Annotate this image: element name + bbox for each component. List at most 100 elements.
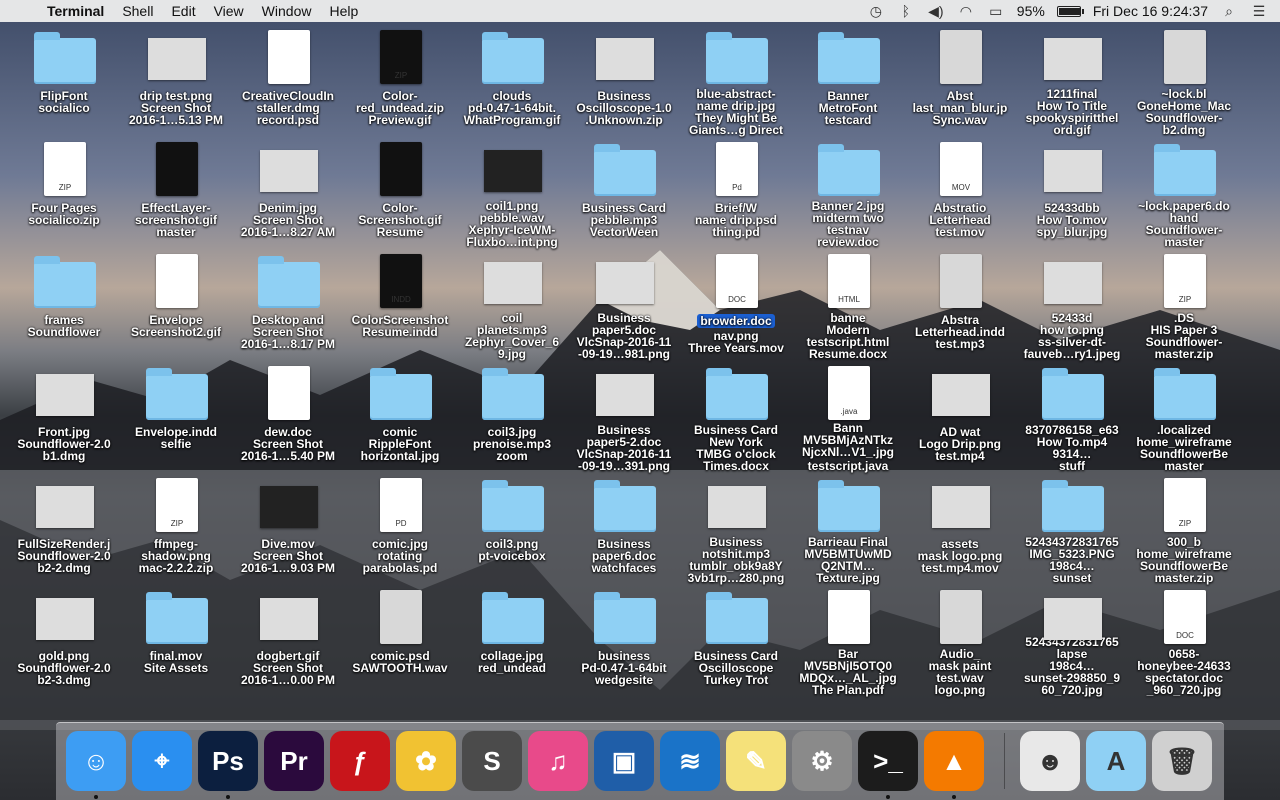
spotlight-search-icon[interactable]: ⌕ [1220, 2, 1238, 20]
user-folder-icon[interactable]: ☻ [1020, 731, 1080, 791]
desktop-item[interactable]: Banner 2.jpg midterm two testnav review.… [792, 140, 904, 248]
desktop-item[interactable]: gold.png Soundflower-2.0 b2-3.dmg [8, 588, 120, 696]
notification-center-icon[interactable]: ☰ [1250, 2, 1268, 20]
desktop-item[interactable]: EffectLayer- screenshot.gif master [120, 140, 232, 248]
menu-view[interactable]: View [205, 3, 253, 19]
premiere-icon[interactable]: Pr [264, 731, 324, 791]
desktop-item[interactable]: Bar MV5BNjI5OTQ0 MDQx…_AL_.jpg The Plan.… [792, 588, 904, 696]
desktop-item[interactable]: comic.psd SAWTOOTH.wav [344, 588, 456, 696]
desktop-item[interactable]: ~lock.bl GoneHome_Mac Soundflower- b2.dm… [1128, 28, 1240, 136]
desktop-item[interactable]: Business Oscilloscope-1.0 .Unknown.zip [568, 28, 680, 136]
input-source-icon[interactable]: ▭ [987, 2, 1005, 20]
desktop-item[interactable]: coil1.png pebble.wav Xephyr-IceWM- Fluxb… [456, 140, 568, 248]
desktop-item[interactable]: Envelope.indd selfie [120, 364, 232, 472]
terminal-icon[interactable]: >_ [858, 731, 918, 791]
safari-icon[interactable]: ⌖ [132, 731, 192, 791]
desktop-item[interactable]: FullSizeRender.j Soundflower-2.0 b2-2.dm… [8, 476, 120, 584]
finder-icon[interactable]: ☺ [66, 731, 126, 791]
menu-edit[interactable]: Edit [162, 3, 204, 19]
desktop-item[interactable]: business Pd-0.47-1-64bit wedgesite [568, 588, 680, 696]
desktop-item[interactable]: Front.jpg Soundflower-2.0 b1.dmg [8, 364, 120, 472]
desktop-item[interactable]: .localized home_wireframe SoundflowerBe … [1128, 364, 1240, 472]
virtualbox-icon[interactable]: ▣ [594, 731, 654, 791]
desktop-item[interactable]: ZIP Four Pages socialico.zip [8, 140, 120, 248]
image-thumbnail-icon [590, 364, 658, 422]
desktop-item[interactable]: final.mov Site Assets [120, 588, 232, 696]
trash-icon[interactable]: 🗑 [1152, 731, 1212, 791]
applications-folder-icon[interactable]: A [1086, 731, 1146, 791]
desktop-item[interactable]: Abstra Letterhead.indd test.mp3 [904, 252, 1016, 360]
desktop-item[interactable]: 52433dbb How To.mov spy_blur.jpg [1016, 140, 1128, 248]
vlc-icon[interactable]: ▲ [924, 731, 984, 791]
desktop-item[interactable]: clouds pd-0.47-1-64bit. WhatProgram.gif [456, 28, 568, 136]
desktop-item[interactable]: FlipFont socialico [8, 28, 120, 136]
desktop-item[interactable]: ZIP Color- red_undead.zip Preview.gif [344, 28, 456, 136]
desktop-item[interactable]: Denim.jpg Screen Shot 2016-1…8.27 AM [232, 140, 344, 248]
desktop-item[interactable]: HTML banne Modern testscript.html Resume.… [792, 252, 904, 360]
desktop-item[interactable]: 52434372831765 IMG_5323.PNG 198c4… sunse… [1016, 476, 1128, 584]
menu-window[interactable]: Window [253, 3, 321, 19]
desktop-item[interactable]: blue-abstract- name drip.jpg They Might … [680, 28, 792, 136]
desktop-item[interactable]: coil3.jpg prenoise.mp3 zoom [456, 364, 568, 472]
system-preferences-icon[interactable]: ⚙ [792, 731, 852, 791]
desktop-item[interactable]: 52433d how to.png ss-silver-dt- fauveb…r… [1016, 252, 1128, 360]
wifi-icon[interactable]: ◠ [957, 2, 975, 20]
desktop-item[interactable]: dogbert.gif Screen Shot 2016-1…0.00 PM [232, 588, 344, 696]
desktop-item[interactable]: ZIP ffmpeg- shadow.png mac-2.2.2.zip [120, 476, 232, 584]
desktop-item[interactable]: MOV Abstratio Letterhead test.mov [904, 140, 1016, 248]
desktop-item[interactable]: ZIP .DS HIS Paper 3 Soundflower- master.z… [1128, 252, 1240, 360]
desktop-item[interactable]: AD wat Logo Drip.png test.mp4 [904, 364, 1016, 472]
desktop-item[interactable]: comic RippleFont horizontal.jpg [344, 364, 456, 472]
battery-icon[interactable] [1056, 5, 1084, 17]
desktop-item[interactable]: coil planets.mp3 Zephyr_Cover_6 9.jpg [456, 252, 568, 360]
desktop-item[interactable]: assets mask logo.png test.mp4.mov [904, 476, 1016, 584]
desktop-item[interactable]: Color- Screenshot.gif Resume [344, 140, 456, 248]
desktop-item[interactable]: Pd Brief/W name drip.psd thing.pd [680, 140, 792, 248]
bluetooth-icon[interactable]: ᛒ [897, 2, 915, 20]
desktop-item[interactable]: INDD ColorScreenshot Resume.indd [344, 252, 456, 360]
desktop-item[interactable]: Business paper5.doc VlcSnap-2016-11 -09-… [568, 252, 680, 360]
menu-shell[interactable]: Shell [113, 3, 162, 19]
desktop-item-label: coil3.jpg prenoise.mp3 zoom [472, 425, 552, 463]
desktop-item[interactable]: Business notshit.mp3 tumblr_obk9a8Y 3vb1… [680, 476, 792, 584]
desktop-item[interactable]: dew.doc Screen Shot 2016-1…5.40 PM [232, 364, 344, 472]
desktop-item[interactable]: CreativeCloudIn staller.dmg record.psd [232, 28, 344, 136]
desktop-item[interactable]: Business paper5-2.doc VlcSnap-2016-11 -0… [568, 364, 680, 472]
desktop-item[interactable]: Audio_ mask paint test.wav logo.png [904, 588, 1016, 696]
desktop-item[interactable]: 52434372831765 lapse 198c4… sunset-29885… [1016, 588, 1128, 696]
desktop-item[interactable]: 8370786158_e63 How To.mp4 9314… stuff [1016, 364, 1128, 472]
menu-help[interactable]: Help [320, 3, 367, 19]
desktop-item[interactable]: .java Bann MV5BMjAzNTkz NjcxNl…V1_.jpg tes… [792, 364, 904, 472]
desktop-item[interactable]: 1211final How To Title spookyspiritthel … [1016, 28, 1128, 136]
menu-app-name[interactable]: Terminal [38, 3, 113, 19]
volume-icon[interactable]: ◀) [927, 2, 945, 20]
menu-clock[interactable]: Fri Dec 16 9:24:37 [1093, 3, 1208, 19]
desktop-item[interactable]: Barrieau Final MV5BMTUwMD Q2NTM…Texture.… [792, 476, 904, 584]
flash-icon[interactable]: ƒ [330, 731, 390, 791]
time-machine-icon[interactable]: ◷ [867, 2, 885, 20]
itunes-icon[interactable]: ♫ [528, 731, 588, 791]
desktop-item[interactable]: PD comic.jpg rotating parabolas.pd [344, 476, 456, 584]
desktop-item[interactable]: frames Soundflower [8, 252, 120, 360]
desktop-item[interactable]: Business paper6.doc watchfaces [568, 476, 680, 584]
cyberduck-icon[interactable]: ✿ [396, 731, 456, 791]
notes-icon[interactable]: ✎ [726, 731, 786, 791]
desktop-item[interactable]: DOC 0658- honeybee-24633 spectator.doc _9… [1128, 588, 1240, 696]
photoshop-icon[interactable]: Ps [198, 731, 258, 791]
sublime-icon[interactable]: S [462, 731, 522, 791]
desktop-item[interactable]: Envelope Screenshot2.gif [120, 252, 232, 360]
desktop-item[interactable]: coil3.png pt-voicebox [456, 476, 568, 584]
desktop-item[interactable]: drip test.png Screen Shot 2016-1…5.13 PM [120, 28, 232, 136]
desktop-item[interactable]: Banner MetroFont testcard [792, 28, 904, 136]
desktop-item[interactable]: collage.jpg red_undead [456, 588, 568, 696]
desktop-item[interactable]: Business Card New York TMBG o'clock Time… [680, 364, 792, 472]
desktop-item[interactable]: ~lock.paper6.do hand Soundflower- master [1128, 140, 1240, 248]
desktop-item[interactable]: Business Card pebble.mp3 VectorWeen [568, 140, 680, 248]
desktop-item[interactable]: DOC browder.doc nav.png Three Years.mov [680, 252, 792, 360]
desktop-item[interactable]: Business Card Oscilloscope Turkey Trot [680, 588, 792, 696]
desktop-item[interactable]: Desktop and Screen Shot 2016-1…8.17 PM [232, 252, 344, 360]
desktop-item[interactable]: Abst last_man_blur.jp Sync.wav [904, 28, 1016, 136]
desktop-item[interactable]: ZIP 300_b home_wireframe SoundflowerBe ma… [1128, 476, 1240, 584]
openoffice-icon[interactable]: ≋ [660, 731, 720, 791]
desktop-item[interactable]: Dive.mov Screen Shot 2016-1…9.03 PM [232, 476, 344, 584]
